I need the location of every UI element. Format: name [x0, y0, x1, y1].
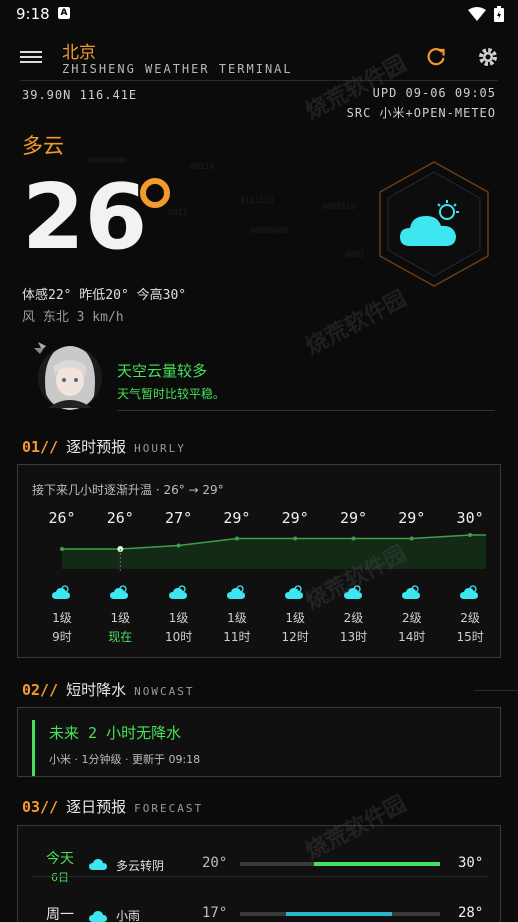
forecast-row[interactable]: 周一 小雨 17° 28°	[18, 876, 502, 922]
cloud-sun-icon	[226, 585, 245, 599]
hourly-wind-level: 1级	[168, 611, 189, 625]
nowcast-headline: 未来 2 小时无降水	[49, 724, 182, 742]
bg-code-decoration: 0001	[345, 250, 365, 259]
nowcast-detail: 小米 · 1分钟级 · 更新于 09:18	[49, 753, 201, 766]
cloud-sun-icon	[460, 585, 479, 599]
forecast-day-name: 今天	[46, 851, 74, 867]
degree-symbol	[140, 178, 170, 208]
nowcast-panel[interactable]: 未来 2 小时无降水 小米 · 1分钟级 · 更新于 09:18	[17, 707, 501, 777]
forecast-condition: 小雨	[116, 909, 141, 922]
menu-icon[interactable]	[20, 48, 42, 66]
cloud-sun-icon	[52, 585, 70, 599]
decor-line	[474, 690, 518, 691]
section-title: 逐时预报	[66, 438, 127, 456]
tip-divider	[117, 410, 495, 411]
hourly-time-label: 15时	[456, 630, 484, 644]
refresh-icon[interactable]	[425, 46, 447, 68]
nowcast-section-heading: 02// 短时降水 NOWCAST	[22, 679, 195, 700]
feels-like-line: 体感22° 昨低20° 今高30°	[22, 288, 187, 303]
status-time: 9:18	[16, 5, 50, 23]
character-avatar	[34, 342, 102, 410]
hourly-temp: 26°	[48, 509, 76, 527]
a-badge-icon: A	[58, 7, 70, 19]
forecast-range-fill	[286, 912, 392, 916]
data-source: SRC 小米+OPEN-METEO	[346, 106, 496, 120]
city-name[interactable]: 北京	[62, 38, 96, 63]
hourly-temp: 29°	[281, 509, 309, 527]
section-number: 03//	[22, 798, 59, 816]
bg-code-decoration: 00000000	[250, 226, 289, 235]
hourly-wind-level: 2级	[401, 611, 422, 625]
bg-code-decoration: 00110	[190, 162, 215, 171]
hourly-wind-level: 2级	[460, 611, 480, 625]
watermark: 烧荒软件园	[301, 286, 411, 361]
header-divider	[20, 80, 498, 81]
hourly-wind-level: 2级	[343, 611, 364, 625]
section-number: 01//	[22, 438, 59, 456]
hourly-temp: 29°	[223, 509, 251, 527]
hourly-panel[interactable]: 接下来几小时逐渐升温 · 26° → 29° 26° 1级 9时 26° 1级 现在 27°…	[17, 464, 501, 658]
bg-code-decoration: 00000000	[88, 156, 127, 165]
hourly-temp: 26°	[106, 509, 134, 527]
current-temperature: 26	[22, 165, 148, 270]
cloud-icon	[89, 859, 107, 870]
cloud-sun-icon	[110, 585, 129, 599]
forecast-range-fill	[314, 862, 440, 866]
hourly-time-label: 13时	[339, 630, 368, 644]
forecast-condition: 多云转阴	[116, 859, 165, 873]
battery-icon	[494, 6, 504, 22]
forecast-day-name: 周一	[46, 907, 74, 922]
hourly-wind-level: 1级	[52, 611, 72, 625]
nowcast-card: 未来 2 小时无降水 小米 · 1分钟级 · 更新于 09:18	[32, 720, 472, 776]
hourly-list: 26° 1级 9时 26° 1级 现在 27° 1级 10时 29° 1级 11时 29° 1级 12时 29…	[18, 465, 502, 659]
forecast-high: 30°	[458, 855, 484, 871]
section-en: FORECAST	[134, 802, 204, 815]
bg-code-decoration: 0011	[168, 208, 188, 217]
hourly-wind-level: 1级	[110, 611, 131, 625]
section-title: 逐日预报	[66, 798, 127, 816]
hourly-time-label: 11时	[223, 630, 251, 644]
gear-icon[interactable]	[477, 46, 499, 68]
update-time: UPD 09-06 09:05	[372, 86, 496, 100]
hourly-time-label: 9时	[52, 630, 72, 644]
bg-code-decoration: 0000110	[322, 202, 356, 211]
hourly-temp: 30°	[456, 509, 484, 527]
hourly-wind-level: 1级	[227, 611, 247, 625]
hourly-temp: 29°	[398, 509, 426, 527]
app-subtitle: ZHISHENG WEATHER TERMINAL	[62, 62, 293, 76]
wind-line: 风 东北 3 km/h	[22, 310, 124, 325]
forecast-divider	[32, 876, 488, 877]
cloud-sun-icon	[168, 585, 187, 599]
forecast-range-track	[240, 862, 440, 866]
bg-code-decoration: 0111110	[240, 196, 274, 205]
cloud-sun-icon	[401, 585, 420, 599]
section-number: 02//	[22, 681, 59, 699]
section-en: NOWCAST	[134, 685, 195, 698]
hourly-temp: 27°	[165, 509, 193, 527]
tip-title: 天空云量较多	[117, 362, 208, 380]
hexagon-weather-icon	[379, 161, 489, 287]
forecast-low: 17°	[202, 905, 228, 921]
hourly-temp: 29°	[339, 509, 368, 527]
status-bar: 9:18 A	[0, 0, 518, 28]
section-en: HOURLY	[134, 442, 186, 455]
current-condition: 多云	[22, 134, 64, 158]
hourly-time-label: 现在	[108, 630, 133, 644]
coordinates: 39.90N 116.41E	[22, 88, 138, 102]
wifi-icon	[468, 7, 486, 21]
section-title: 短时降水	[66, 681, 127, 699]
hourly-time-label: 10时	[164, 630, 193, 644]
hourly-time-label: 14时	[398, 630, 426, 644]
forecast-section-heading: 03// 逐日预报 FORECAST	[22, 796, 203, 817]
tip-subtitle: 天气暂时比较平稳。	[117, 387, 226, 401]
hourly-time-label: 12时	[281, 630, 309, 644]
forecast-low: 20°	[202, 855, 228, 871]
forecast-row[interactable]: 今天 6日 多云转阴 20° 30°	[18, 826, 502, 884]
forecast-panel[interactable]: 今天 6日 多云转阴 20° 30° 周一 小雨 17° 28°	[17, 825, 501, 922]
forecast-high: 28°	[458, 905, 484, 921]
cloud-icon	[89, 911, 107, 922]
hourly-section-heading: 01// 逐时预报 HOURLY	[22, 436, 186, 457]
forecast-range-track	[240, 912, 440, 916]
